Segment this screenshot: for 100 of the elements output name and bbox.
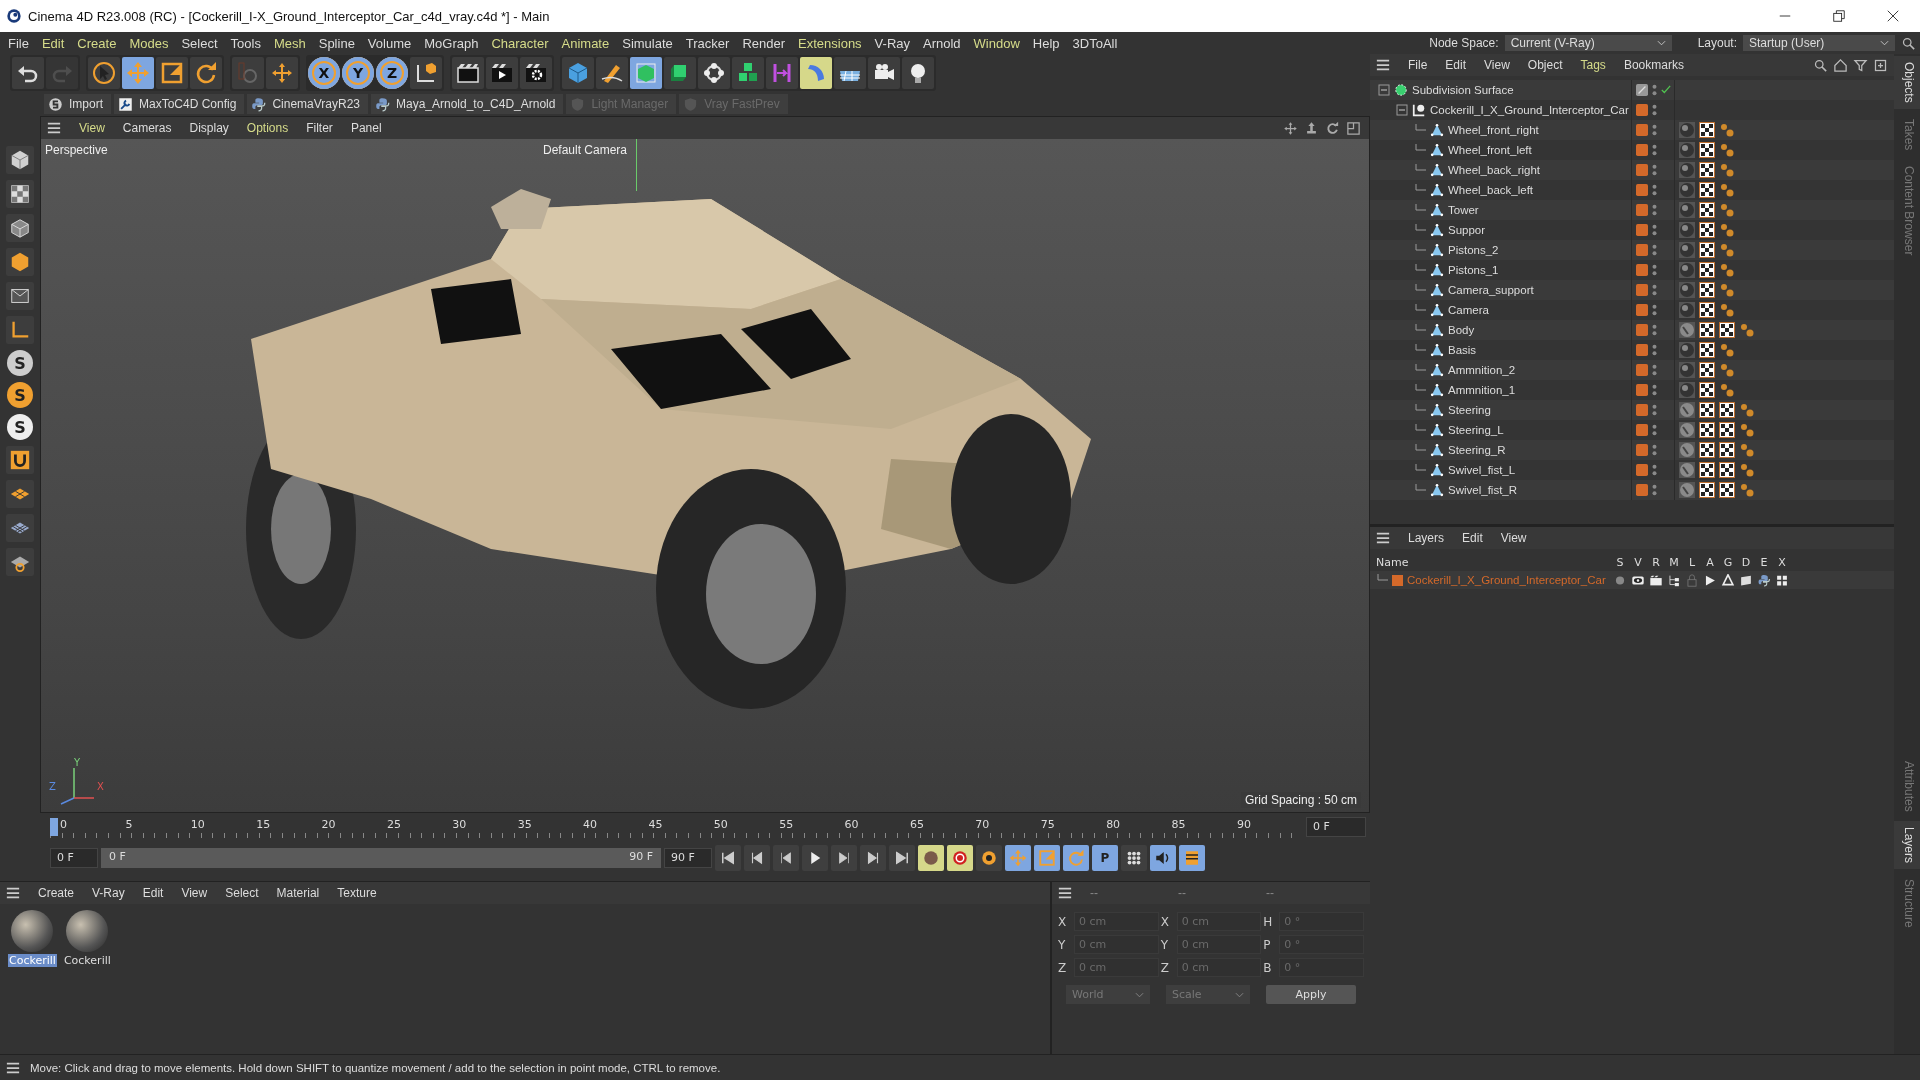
- edges-mode-icon[interactable]: [6, 214, 34, 242]
- layer-swatch-icon[interactable]: [1636, 284, 1648, 296]
- menu-item[interactable]: Create: [77, 35, 117, 51]
- menu-item[interactable]: 3DToAll: [1072, 35, 1118, 51]
- visibility-dots-icon[interactable]: [1652, 423, 1657, 437]
- render-icon[interactable]: [486, 57, 518, 89]
- orbit-icon[interactable]: [1325, 120, 1340, 136]
- visibility-dots-icon[interactable]: [1652, 183, 1657, 197]
- object-name[interactable]: Pistons_1: [1448, 264, 1499, 276]
- coordinate-field[interactable]: 0 °: [1279, 958, 1364, 977]
- material-tag-icon[interactable]: [1679, 242, 1695, 258]
- camera-icon[interactable]: [868, 57, 900, 89]
- blocks-icon[interactable]: [732, 57, 764, 89]
- maximize-icon[interactable]: [1346, 120, 1361, 136]
- menu-item[interactable]: View: [181, 886, 208, 900]
- layer-swatch-icon[interactable]: [1636, 444, 1648, 456]
- layout-dropdown[interactable]: Startup (User): [1743, 35, 1895, 51]
- menu-item[interactable]: Edit: [1462, 531, 1483, 545]
- home-icon[interactable]: [1833, 57, 1848, 73]
- cloner-icon[interactable]: [698, 57, 730, 89]
- object-name[interactable]: Tower: [1448, 204, 1479, 216]
- checker-mode-icon[interactable]: [6, 180, 34, 208]
- menu-icon[interactable]: [1058, 886, 1072, 900]
- restore-icon[interactable]: [1832, 9, 1846, 23]
- menu-item[interactable]: Window: [973, 35, 1020, 51]
- menu-item[interactable]: Mesh: [273, 35, 306, 51]
- coordinate-system-icon[interactable]: [410, 57, 442, 89]
- menu-item[interactable]: Edit: [142, 886, 164, 900]
- coordinate-field[interactable]: 0 cm: [1176, 912, 1262, 931]
- dots-tag-icon[interactable]: [1719, 182, 1735, 198]
- play-icon[interactable]: [802, 845, 828, 871]
- visibility-dots-icon[interactable]: [1652, 243, 1657, 257]
- node-space-dropdown[interactable]: Current (V-Ray): [1504, 35, 1672, 51]
- pen-icon[interactable]: [596, 57, 628, 89]
- layer-swatch-icon[interactable]: [1636, 184, 1648, 196]
- rotate-tool-icon[interactable]: [190, 57, 222, 89]
- menu-item[interactable]: Edit: [41, 35, 65, 51]
- apply-button[interactable]: Apply: [1266, 985, 1356, 1004]
- plugin-button[interactable]: Import: [44, 94, 111, 114]
- collapse-toggle-icon[interactable]: [1378, 84, 1390, 96]
- menu-item[interactable]: Character: [491, 35, 549, 51]
- menu-item[interactable]: Material: [276, 886, 320, 900]
- material-tag-icon[interactable]: [1679, 122, 1695, 138]
- menu-item[interactable]: Animate: [561, 35, 610, 51]
- light-bulb-icon[interactable]: [902, 57, 934, 89]
- axis-lock-toggle[interactable]: X: [308, 57, 340, 89]
- zoom-icon[interactable]: [1304, 120, 1319, 136]
- extrude-icon[interactable]: [664, 57, 696, 89]
- frame-range-slider[interactable]: 0 F 90 F: [101, 848, 661, 868]
- material-name[interactable]: Cockerill: [62, 954, 112, 967]
- coordinate-field[interactable]: 0 cm: [1176, 935, 1262, 954]
- dots-tag-icon[interactable]: [1719, 202, 1735, 218]
- material-thumbnail[interactable]: [66, 910, 109, 952]
- menu-item[interactable]: Help: [1032, 35, 1060, 51]
- layer-swatch-icon[interactable]: [1636, 484, 1648, 496]
- object-name[interactable]: Body: [1448, 324, 1475, 336]
- object-name[interactable]: Basis: [1448, 344, 1477, 356]
- checker-tag-icon[interactable]: [1699, 362, 1715, 378]
- object-name[interactable]: Wheel_back_right: [1448, 164, 1541, 176]
- menu-item[interactable]: Arnold: [923, 35, 961, 51]
- coordinate-field[interactable]: 0 °: [1279, 935, 1364, 954]
- search-icon[interactable]: [1901, 35, 1916, 51]
- next-frame-icon[interactable]: [831, 845, 857, 871]
- menu-item[interactable]: Edit: [1445, 58, 1467, 72]
- menu-item[interactable]: V-Ray: [92, 886, 125, 900]
- visibility-dots-icon[interactable]: [1652, 443, 1657, 457]
- column-header[interactable]: G: [1719, 555, 1737, 569]
- menu-item[interactable]: Panel: [350, 121, 382, 135]
- model-mode-icon[interactable]: [6, 146, 34, 174]
- dots-tag-icon[interactable]: [1719, 382, 1735, 398]
- layer-swatch-icon[interactable]: [1636, 324, 1648, 336]
- menu-item[interactable]: Cameras: [122, 121, 172, 135]
- plugin-button[interactable]: Maya_Arnold_to_C4D_Arnold: [371, 94, 564, 114]
- column-header[interactable]: Name: [1376, 555, 1611, 569]
- visibility-dots-icon[interactable]: [1652, 323, 1657, 337]
- visibility-dots-icon[interactable]: [1652, 403, 1657, 417]
- material-tag-icon[interactable]: [1679, 202, 1695, 218]
- menu-item[interactable]: Spline: [318, 35, 355, 51]
- bracket-icon[interactable]: [766, 57, 798, 89]
- menu-item[interactable]: Select: [181, 35, 218, 51]
- checker-tag-icon[interactable]: [1699, 382, 1715, 398]
- checker-tag-icon[interactable]: [1699, 142, 1715, 158]
- menu-item[interactable]: Filter: [306, 121, 333, 135]
- dots-grid-icon[interactable]: [1121, 845, 1147, 871]
- clapperboard-icon[interactable]: [452, 57, 484, 89]
- auto-key-icon[interactable]: [947, 845, 973, 871]
- eye-icon[interactable]: [1629, 573, 1647, 587]
- plugin-button[interactable]: CinemaVrayR23: [247, 94, 368, 114]
- menu-item[interactable]: Options: [246, 121, 289, 135]
- column-header[interactable]: M: [1665, 555, 1683, 569]
- visibility-dots-icon[interactable]: [1652, 163, 1657, 177]
- menu-item[interactable]: Render: [742, 35, 785, 51]
- menu-icon[interactable]: [6, 886, 20, 900]
- workplane-icon[interactable]: [6, 480, 34, 508]
- column-header[interactable]: L: [1683, 555, 1701, 569]
- previous-frame-icon[interactable]: [773, 845, 799, 871]
- menu-item[interactable]: File: [1408, 58, 1428, 72]
- layer-swatch-icon[interactable]: [1636, 304, 1648, 316]
- column-header[interactable]: A: [1701, 555, 1719, 569]
- object-name[interactable]: Pistons_2: [1448, 244, 1499, 256]
